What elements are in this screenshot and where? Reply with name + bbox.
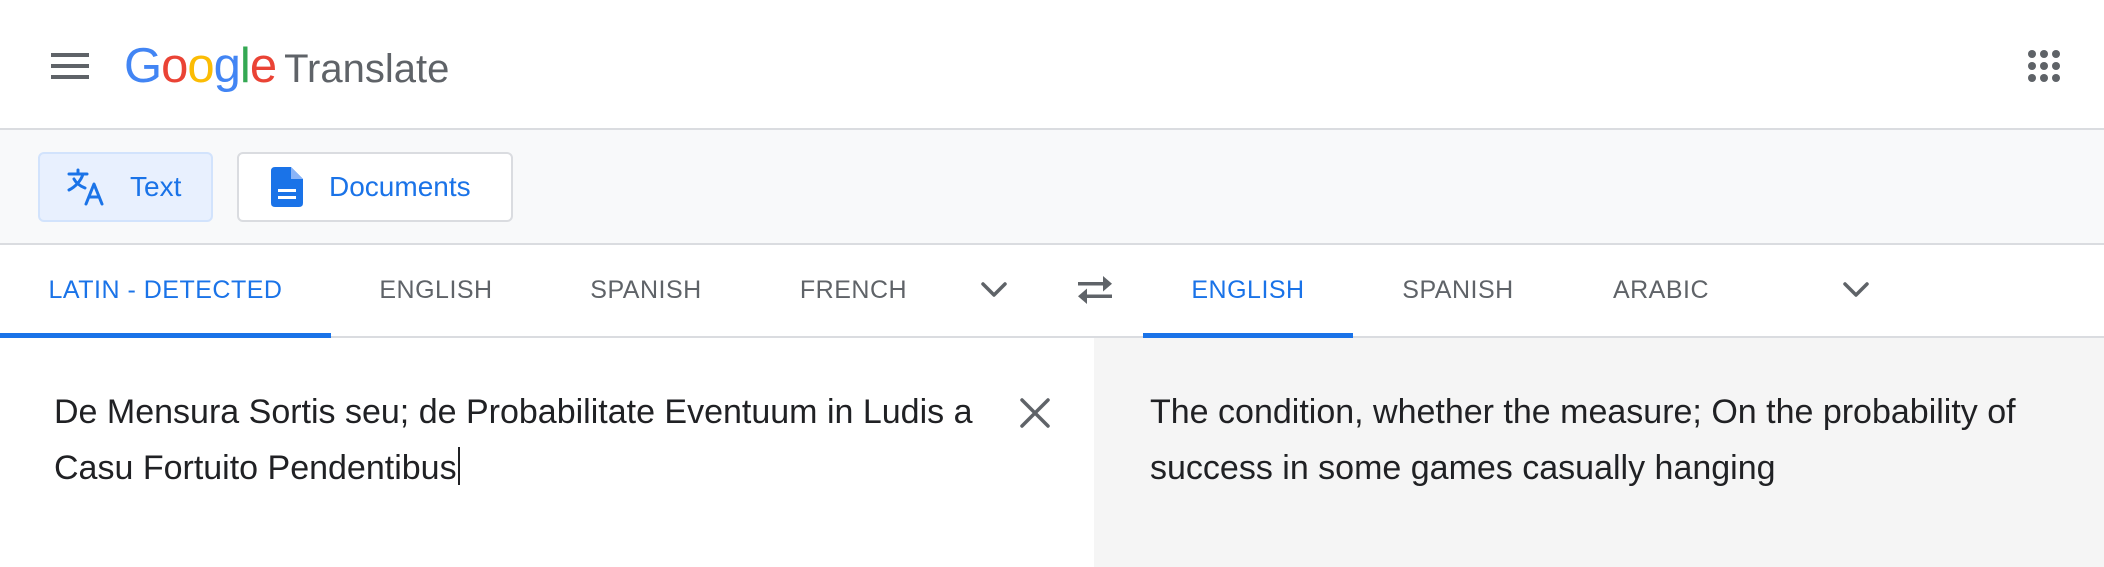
logo-letter: G: [124, 39, 162, 93]
source-lang-label: FRENCH: [799, 276, 908, 304]
swap-languages-button[interactable]: [1070, 267, 1120, 313]
source-lang-label: ENGLISH: [379, 276, 493, 304]
text-mode-label: Text: [130, 171, 182, 202]
text-caret: [457, 447, 460, 485]
target-lang-tab-arabic[interactable]: ARABIC: [1563, 245, 1759, 336]
google-wordmark: Google: [124, 38, 277, 94]
target-lang-more-button[interactable]: [1836, 270, 1876, 310]
translation-output: The condition, whether the measure; On t…: [1150, 384, 2070, 496]
target-lang-label: SPANISH: [1402, 276, 1514, 304]
mode-bar: Text Documents: [0, 130, 2104, 245]
logo-letter: e: [249, 39, 277, 93]
source-lang-tab-spanish[interactable]: SPANISH: [541, 245, 751, 336]
text-mode-button[interactable]: Text: [38, 152, 213, 222]
target-lang-label: ENGLISH: [1191, 276, 1305, 304]
logo-letter: o: [187, 39, 214, 93]
translate-icon: [66, 167, 106, 207]
target-lang-tab-english[interactable]: ENGLISH: [1143, 245, 1353, 338]
logo-letter: o: [161, 39, 188, 93]
chevron-down-icon: [981, 282, 1007, 297]
chevron-down-icon: [1843, 282, 1869, 297]
logo-letter: g: [213, 39, 241, 93]
source-lang-label: SPANISH: [590, 276, 702, 304]
product-name: Translate: [284, 47, 450, 91]
documents-mode-button[interactable]: Documents: [237, 152, 513, 222]
document-icon: [267, 167, 307, 207]
source-lang-tab-english[interactable]: ENGLISH: [331, 245, 541, 336]
documents-mode-label: Documents: [329, 171, 471, 202]
target-lang-label: ARABIC: [1612, 276, 1710, 304]
source-lang-tab-french[interactable]: FRENCH: [751, 245, 956, 336]
target-lang-tab-spanish[interactable]: SPANISH: [1353, 245, 1563, 336]
language-bar: LATIN - DETECTED ENGLISH SPANISH FRENCH …: [0, 245, 2104, 338]
logo-letter: l: [239, 39, 251, 93]
google-translate-logo[interactable]: Google Translate: [124, 38, 449, 94]
swap-arrows-icon: [1078, 276, 1112, 304]
main-menu-button[interactable]: [44, 40, 96, 92]
hamburger-menu-icon: [51, 53, 89, 79]
source-panel: De Mensura Sortis seu; de Probabilitate …: [0, 338, 1094, 567]
source-text-input[interactable]: De Mensura Sortis seu; de Probabilitate …: [54, 384, 1004, 496]
apps-grid-icon: [2028, 50, 2060, 82]
google-apps-button[interactable]: [2018, 40, 2070, 92]
source-lang-tab-detected[interactable]: LATIN - DETECTED: [0, 245, 331, 338]
app-header: Google Translate: [0, 0, 2104, 130]
clear-source-button[interactable]: [1012, 390, 1058, 436]
source-text: De Mensura Sortis seu; de Probabilitate …: [54, 393, 973, 487]
translation-text: The condition, whether the measure; On t…: [1150, 393, 2016, 487]
close-icon: [1020, 398, 1050, 428]
source-lang-more-button[interactable]: [974, 270, 1014, 310]
translation-panel: The condition, whether the measure; On t…: [1094, 338, 2104, 567]
source-lang-label: LATIN - DETECTED: [48, 276, 283, 304]
